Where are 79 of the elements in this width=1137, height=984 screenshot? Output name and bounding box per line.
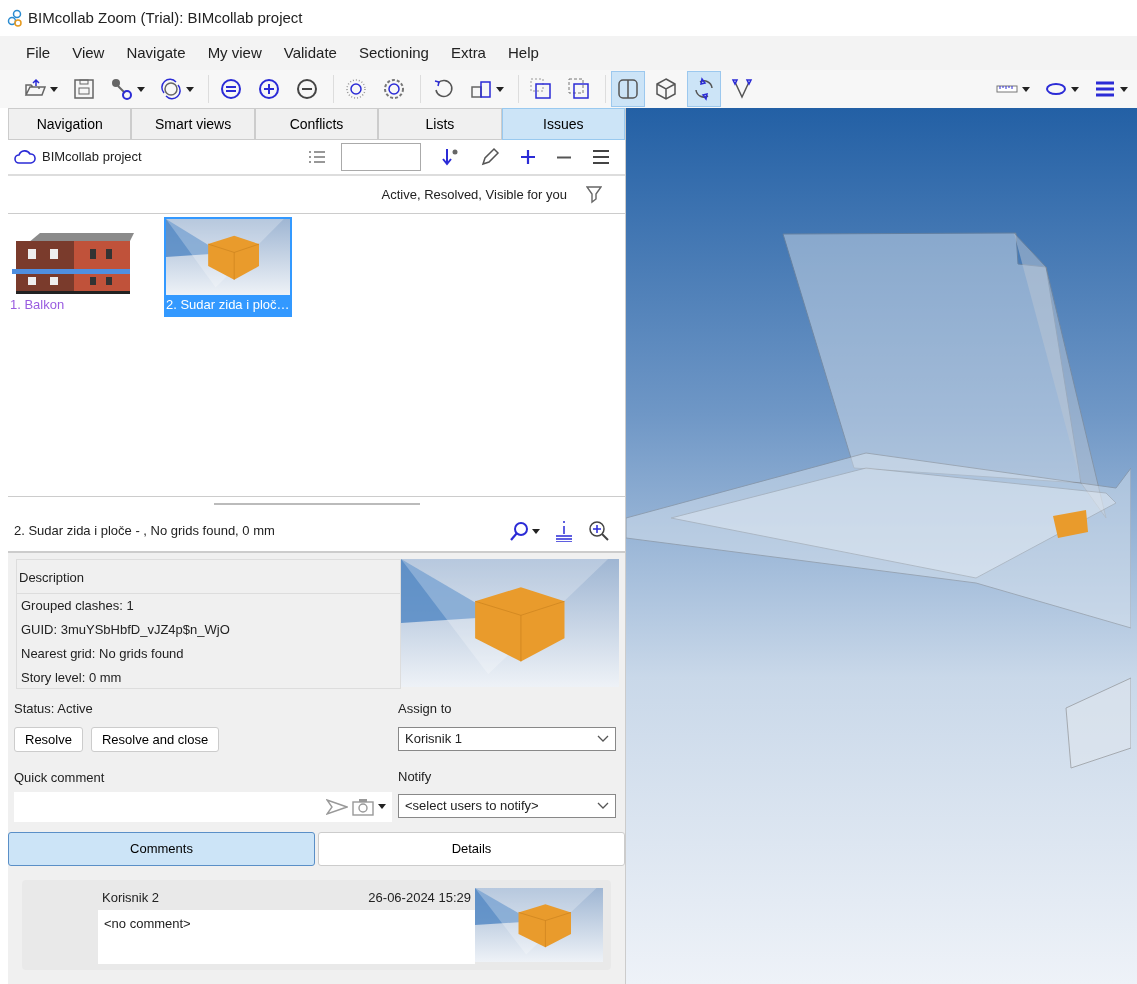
- dashed-circle-icon: [382, 77, 406, 101]
- search-icon: [509, 521, 529, 541]
- sync-icon: [159, 77, 183, 101]
- menu-item[interactable]: View: [62, 37, 115, 69]
- description-line: Nearest grid: No grids found: [20, 644, 185, 663]
- assignee-dropdown[interactable]: Korisnik 1: [398, 726, 616, 751]
- description-line: Story level: 0 mm: [20, 668, 123, 687]
- caret-icon: [1022, 86, 1030, 92]
- comment-date: 26-06-2024 15:29: [368, 888, 471, 907]
- filter-summary: Active, Resolved, Visible for you: [381, 185, 567, 204]
- panel-tab[interactable]: Lists: [378, 108, 502, 140]
- window-title: BIMcollab Zoom (Trial): BIMcollab project: [28, 7, 303, 28]
- sort-down-icon: [440, 147, 460, 167]
- caret-icon: [50, 86, 58, 92]
- chevron-down-icon: [597, 734, 609, 743]
- quick-comment-field[interactable]: [14, 791, 392, 822]
- camera-icon: [352, 797, 374, 816]
- zoom-in-icon: [588, 520, 610, 542]
- panel-tab[interactable]: Issues: [501, 108, 626, 140]
- panel-tab[interactable]: Navigation: [8, 108, 132, 140]
- notify-label: Notify: [398, 767, 433, 786]
- status-text: Status: Active: [14, 700, 94, 718]
- panel-tab[interactable]: Conflicts: [254, 108, 379, 140]
- save-icon: [72, 77, 96, 101]
- send-icon: [326, 798, 348, 815]
- selection-box-icon: [567, 77, 591, 101]
- plus-circle-icon: [257, 77, 281, 101]
- assign-label: Assign to: [398, 700, 453, 718]
- menu-item[interactable]: Help: [497, 37, 549, 69]
- caret-icon: [137, 86, 145, 92]
- menu-item[interactable]: Sectioning: [348, 37, 439, 69]
- filter-icon: [586, 184, 602, 205]
- section-cube-icon: [616, 77, 640, 101]
- menu-item[interactable]: My view: [197, 37, 272, 69]
- orbit-arrows-icon: [692, 77, 716, 101]
- comment-author: Korisnik 2: [102, 888, 160, 907]
- description-line: GUID: 3muYSbHbfD_vJZ4p$n_WjO: [20, 620, 231, 639]
- issue-thumbnail[interactable]: 1. Balkon: [8, 217, 136, 317]
- dotted-circle-icon: [344, 77, 368, 101]
- menu-item[interactable]: Extra: [440, 37, 496, 69]
- node-link-icon: [110, 77, 134, 101]
- description-label: Description: [17, 560, 400, 594]
- description-line: Grouped clashes: 1: [20, 596, 135, 615]
- vertex-icon: [730, 77, 754, 101]
- minus-icon: [556, 155, 572, 159]
- orbit-arrows-button[interactable]: [687, 71, 721, 107]
- project-name: BIMcollab project: [42, 148, 143, 167]
- selection-box-icon: [529, 77, 553, 101]
- app-logo-icon: [6, 9, 24, 27]
- level-icon: [554, 520, 574, 542]
- 3d-viewport[interactable]: [626, 108, 1137, 984]
- chevron-down-icon: [597, 802, 609, 810]
- detail-tab[interactable]: Details: [318, 831, 625, 866]
- status-button[interactable]: Resolve: [14, 726, 83, 752]
- cube-icon: [654, 77, 678, 101]
- menu-icon: [592, 149, 610, 165]
- cloud-icon: [14, 149, 36, 165]
- caret-icon: [378, 804, 386, 809]
- caret-icon: [1120, 86, 1128, 92]
- issue-title: 2. Sudar zida i ploče - , No grids found, 0 mm: [14, 522, 276, 541]
- menu-item[interactable]: File: [16, 37, 61, 69]
- pencil-icon: [480, 147, 500, 167]
- caret-icon: [186, 86, 194, 92]
- plus-icon: [520, 149, 536, 165]
- caret-icon: [1071, 86, 1079, 92]
- list-icon: [308, 149, 326, 165]
- notify-dropdown[interactable]: <select users to notify>: [398, 794, 616, 818]
- menu-item[interactable]: Navigate: [116, 37, 196, 69]
- minus-circle-icon: [295, 77, 319, 101]
- section-cube-button[interactable]: [611, 71, 645, 107]
- menu-item[interactable]: Validate: [273, 37, 347, 69]
- search-field[interactable]: [341, 143, 421, 171]
- caret-icon: [532, 528, 540, 534]
- equal-circle-icon: [219, 77, 243, 101]
- detail-tab[interactable]: Comments: [8, 831, 315, 866]
- caret-icon: [496, 86, 504, 92]
- quick-comment-label: Quick comment: [14, 769, 106, 787]
- panel-tab[interactable]: Smart views: [131, 108, 255, 140]
- status-button[interactable]: Resolve and close: [90, 726, 220, 752]
